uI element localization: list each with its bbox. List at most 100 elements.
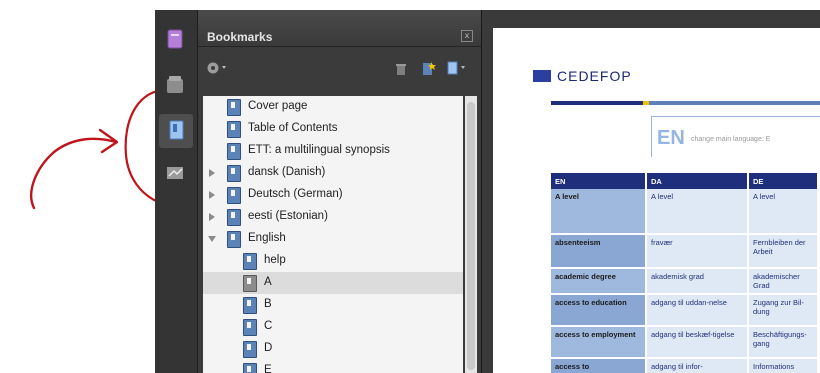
bookmark-label: A bbox=[264, 276, 272, 288]
bookmark-icon bbox=[227, 231, 241, 248]
glossary-header-cell: DA bbox=[646, 173, 749, 189]
glossary-translation: A level bbox=[748, 189, 819, 235]
delete-bookmark-button[interactable] bbox=[394, 60, 408, 79]
glossary-translation: fravær bbox=[646, 234, 749, 269]
bookmark-item[interactable]: Deutsch (German) bbox=[203, 184, 463, 206]
navigation-rail bbox=[155, 10, 198, 373]
annotation-arrow-shaft bbox=[30, 137, 118, 210]
bookmark-item[interactable]: C bbox=[203, 316, 463, 338]
page-thumbnails-icon bbox=[167, 29, 183, 49]
bookmark-item[interactable]: Table of Contents bbox=[203, 118, 463, 140]
glossary-translation: adgang til infor- bbox=[646, 358, 749, 373]
glossary-term: access to bbox=[551, 358, 647, 373]
bookmarks-button[interactable] bbox=[159, 114, 193, 148]
bookmark-label: English bbox=[248, 232, 286, 244]
glossary-translation: adgang til beskæf-tigelse bbox=[646, 326, 749, 359]
bookmark-icon bbox=[243, 275, 257, 292]
glossary-table: EN DA DE A level A level A level absenteeism f… bbox=[551, 173, 819, 373]
header-bar-navy bbox=[551, 101, 643, 105]
bookmarks-panel: Bookmarks x Cover page Table of Contents E… bbox=[198, 10, 482, 373]
bookmark-scrollbar[interactable] bbox=[465, 96, 477, 373]
logo-text: CEDEFOP bbox=[557, 68, 632, 84]
new-bookmark-icon bbox=[423, 62, 436, 75]
glossary-translation: Zugang zur Bil-dung bbox=[748, 294, 819, 327]
expand-triangle-icon[interactable] bbox=[209, 213, 215, 221]
bookmark-label: Table of Contents bbox=[248, 122, 338, 134]
glossary-translation: akademischer Grad bbox=[748, 268, 819, 295]
bookmark-icon bbox=[227, 187, 241, 204]
bookmark-icon bbox=[243, 363, 257, 373]
panel-close-button[interactable]: x bbox=[461, 30, 473, 42]
bookmark-options-button[interactable] bbox=[446, 60, 468, 79]
glossary-row: absenteeism fravær Fernbleiben der Arbeit bbox=[551, 234, 819, 269]
glossary-row: access to employment adgang til beskæf-ti… bbox=[551, 326, 819, 359]
bookmark-item[interactable]: help bbox=[203, 250, 463, 272]
bookmark-icon bbox=[227, 99, 241, 116]
bookmark-item[interactable]: dansk (Danish) bbox=[203, 162, 463, 184]
glossary-term: access to education bbox=[551, 294, 647, 327]
new-bookmark-button[interactable] bbox=[420, 60, 436, 79]
bookmark-label: ETT: a multilingual synopsis bbox=[248, 144, 390, 156]
scrollbar-thumb[interactable] bbox=[467, 102, 475, 370]
glossary-header-row: EN DA DE bbox=[551, 173, 819, 189]
bookmark-item[interactable]: B bbox=[203, 294, 463, 316]
glossary-translation: adgang til uddan-nelse bbox=[646, 294, 749, 327]
bookmark-icon bbox=[227, 121, 241, 138]
glossary-row: academic degree akademisk grad akademische… bbox=[551, 268, 819, 295]
bookmark-label: Cover page bbox=[248, 100, 308, 112]
bookmark-tree: Cover page Table of Contents ETT: a multil… bbox=[203, 96, 463, 373]
bookmark-label: C bbox=[264, 320, 273, 332]
bookmark-icon bbox=[243, 319, 257, 336]
glossary-header-cell: EN bbox=[551, 173, 647, 189]
signatures-button[interactable] bbox=[164, 162, 186, 184]
reader-window: Bookmarks x Cover page Table of Contents E… bbox=[155, 10, 820, 373]
glossary-term: absenteeism bbox=[551, 234, 647, 269]
bookmark-label: dansk (Danish) bbox=[248, 166, 326, 178]
bookmark-item[interactable]: ETT: a multilingual synopsis bbox=[203, 140, 463, 162]
glossary-translation: A level bbox=[646, 189, 749, 235]
bookmark-dropdown-icon bbox=[447, 61, 465, 75]
bookmarks-panel-header: Bookmarks x bbox=[198, 10, 481, 47]
bookmark-item[interactable]: English bbox=[203, 228, 463, 250]
page-thumbnails-button[interactable] bbox=[164, 28, 186, 50]
bookmark-item[interactable]: A bbox=[203, 272, 463, 294]
glossary-term: academic degree bbox=[551, 268, 647, 295]
bookmark-label: help bbox=[264, 254, 286, 266]
bookmark-item[interactable]: Cover page bbox=[203, 96, 463, 118]
bookmarks-icon bbox=[169, 120, 184, 140]
panel-title: Bookmarks bbox=[207, 30, 273, 44]
bookmark-label: E bbox=[264, 364, 272, 373]
expand-triangle-icon[interactable] bbox=[209, 169, 215, 177]
layers-button[interactable] bbox=[164, 74, 186, 96]
glossary-term: access to employment bbox=[551, 326, 647, 359]
bookmark-icon bbox=[227, 165, 241, 182]
document-page: CEDEFOP EN change main language: E EN DA D… bbox=[493, 28, 820, 373]
bookmark-item[interactable]: eesti (Estonian) bbox=[203, 206, 463, 228]
glossary-translation: Informations bbox=[748, 358, 819, 373]
gear-icon bbox=[207, 62, 226, 74]
options-menu-button[interactable] bbox=[206, 60, 230, 79]
trash-icon bbox=[396, 64, 406, 75]
collapse-triangle-icon[interactable] bbox=[208, 236, 216, 242]
glossary-translation: Beschäftigungs-gang bbox=[748, 326, 819, 359]
bookmark-icon bbox=[227, 209, 241, 226]
glossary-row: access to education adgang til uddan-nels… bbox=[551, 294, 819, 327]
expand-triangle-icon[interactable] bbox=[209, 191, 215, 199]
bookmark-item[interactable]: E bbox=[203, 360, 463, 373]
bookmark-icon bbox=[243, 341, 257, 358]
layers-icon bbox=[167, 76, 183, 93]
change-language-link[interactable]: change main language: E bbox=[691, 136, 770, 143]
glossary-header-cell: DE bbox=[748, 173, 819, 189]
bookmark-icon bbox=[227, 143, 241, 160]
glossary-term: A level bbox=[551, 189, 647, 235]
bookmark-label: B bbox=[264, 298, 272, 310]
signature-icon bbox=[167, 167, 183, 179]
main-language-code: EN bbox=[657, 127, 685, 149]
eu-flag-icon bbox=[533, 70, 551, 82]
bookmark-label: eesti (Estonian) bbox=[248, 210, 328, 222]
bookmark-item[interactable]: D bbox=[203, 338, 463, 360]
bookmark-icon bbox=[243, 253, 257, 270]
bookmark-label: D bbox=[264, 342, 273, 354]
bookmark-label: Deutsch (German) bbox=[248, 188, 343, 200]
glossary-translation: Fernbleiben der Arbeit bbox=[748, 234, 819, 269]
